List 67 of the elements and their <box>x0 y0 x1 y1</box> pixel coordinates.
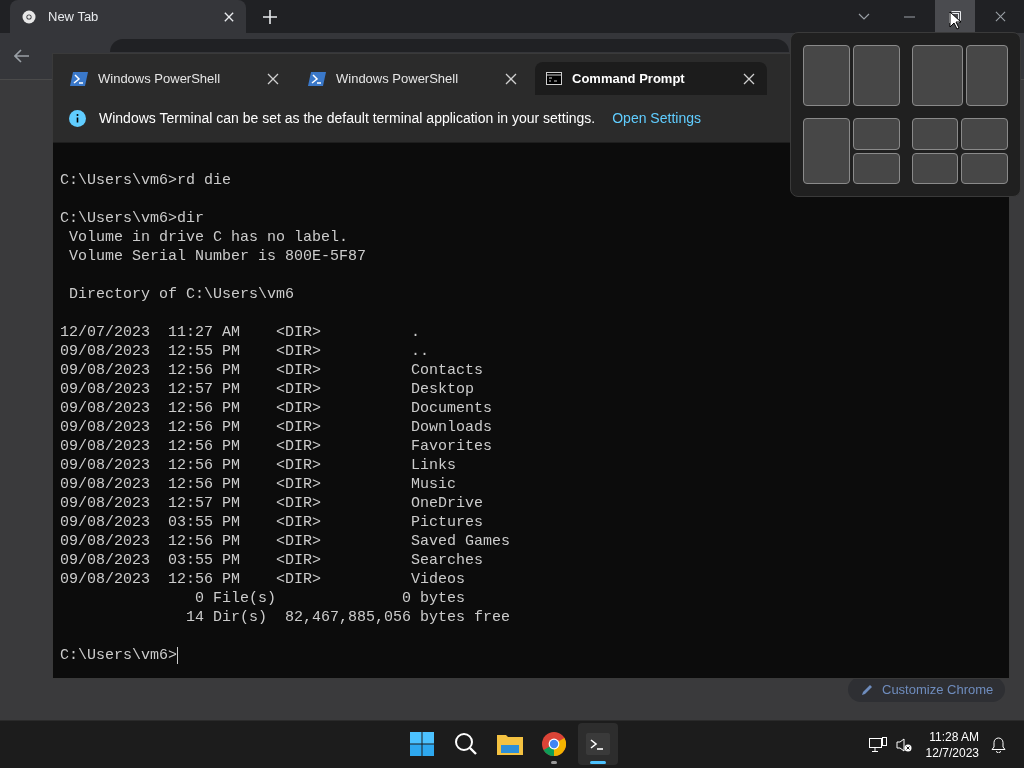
search-icon <box>454 732 478 756</box>
info-icon <box>69 110 86 127</box>
folder-icon <box>497 733 523 755</box>
browser-logo-icon <box>22 9 36 24</box>
windows-logo-icon <box>410 732 434 756</box>
output-line: 09/08/2023 12:56 PM <DIR> Documents <box>60 399 493 418</box>
network-icon[interactable] <box>868 737 887 753</box>
terminal-tab[interactable]: Windows PowerShell <box>297 62 529 95</box>
clock[interactable]: 11:28 AM 12/7/2023 <box>925 729 979 761</box>
output-line: 14 Dir(s) 82,467,885,056 bytes free <box>185 608 511 627</box>
snap-zone[interactable] <box>852 45 900 106</box>
output-line: 0 File(s) 0 bytes <box>194 589 466 608</box>
minimize-icon[interactable] <box>904 15 915 18</box>
snap-zone[interactable] <box>911 152 959 184</box>
mouse-pointer-icon <box>949 11 961 30</box>
output-line: C:\Users\vm6>rd die <box>60 171 232 190</box>
prompt-line: C:\Users\vm6> <box>60 646 178 665</box>
close-icon[interactable] <box>743 72 755 85</box>
back-arrow-icon[interactable] <box>14 49 30 63</box>
snap-zone[interactable] <box>961 118 1008 150</box>
snap-zone[interactable] <box>852 118 900 150</box>
output-line: 09/08/2023 12:56 PM <DIR> Links <box>60 456 457 475</box>
new-tab-icon[interactable] <box>263 9 277 24</box>
output-line: 09/08/2023 12:56 PM <DIR> Contacts <box>60 361 484 380</box>
snap-zone[interactable] <box>803 45 850 106</box>
browser-tab[interactable]: New Tab <box>10 0 246 33</box>
output-line: 09/08/2023 12:56 PM <DIR> Saved Games <box>60 532 511 551</box>
output-line: 09/08/2023 12:57 PM <DIR> OneDrive <box>60 494 484 513</box>
powershell-icon <box>70 71 88 86</box>
info-message: Windows Terminal can be set as the default terminal application in your settings. <box>99 109 596 128</box>
output-line: Directory of C:\Users\vm6 <box>68 285 295 304</box>
customize-chrome-button[interactable]: Customize Chrome <box>848 677 1006 702</box>
snap-zone[interactable] <box>911 45 963 106</box>
volume-muted-icon[interactable] <box>895 738 912 752</box>
output-line: 09/08/2023 12:56 PM <DIR> Favorites <box>60 437 493 456</box>
pencil-icon <box>860 682 874 697</box>
output-line: Volume Serial Number is 800E-5F87 <box>68 247 367 266</box>
snap-zone[interactable] <box>803 118 850 184</box>
chevron-down-icon[interactable] <box>858 13 870 20</box>
output-line: 09/08/2023 12:56 PM <DIR> Videos <box>60 570 466 589</box>
output-line: 09/08/2023 03:55 PM <DIR> Searches <box>60 551 484 570</box>
output-line: 09/08/2023 12:56 PM <DIR> Music <box>60 475 457 494</box>
open-settings-link[interactable]: Open Settings <box>612 108 701 129</box>
close-icon[interactable] <box>505 72 517 85</box>
browser-icon <box>542 732 566 756</box>
taskbar-app-button[interactable] <box>578 723 618 765</box>
output-line: 09/08/2023 12:57 PM <DIR> Desktop <box>60 380 475 399</box>
close-icon[interactable] <box>995 11 1006 22</box>
output-line: 09/08/2023 12:56 PM <DIR> Downloads <box>60 418 493 437</box>
snap-zone[interactable] <box>965 45 1008 106</box>
output-line: 09/08/2023 03:55 PM <DIR> Pictures <box>60 513 484 532</box>
snap-zone[interactable] <box>911 118 959 150</box>
snap-zone[interactable] <box>961 152 1008 184</box>
terminal-tab[interactable]: Command Prompt <box>535 62 767 95</box>
terminal-tab[interactable]: Windows PowerShell <box>59 62 291 95</box>
snap-zone[interactable] <box>852 152 900 184</box>
terminal-icon <box>586 733 610 755</box>
output-line: C:\Users\vm6>dir <box>60 209 205 228</box>
text-cursor <box>177 647 179 664</box>
close-icon[interactable] <box>267 72 279 85</box>
tab-title: New Tab <box>48 7 100 26</box>
console-icon <box>546 72 562 85</box>
output-line: Volume in drive C has no label. <box>68 228 349 247</box>
output-line: 09/08/2023 12:55 PM <DIR> .. <box>60 342 430 361</box>
notification-bell-icon[interactable] <box>991 737 1006 753</box>
output-line: 12/07/2023 11:27 AM <DIR> . <box>60 323 421 342</box>
powershell-icon <box>308 71 326 86</box>
